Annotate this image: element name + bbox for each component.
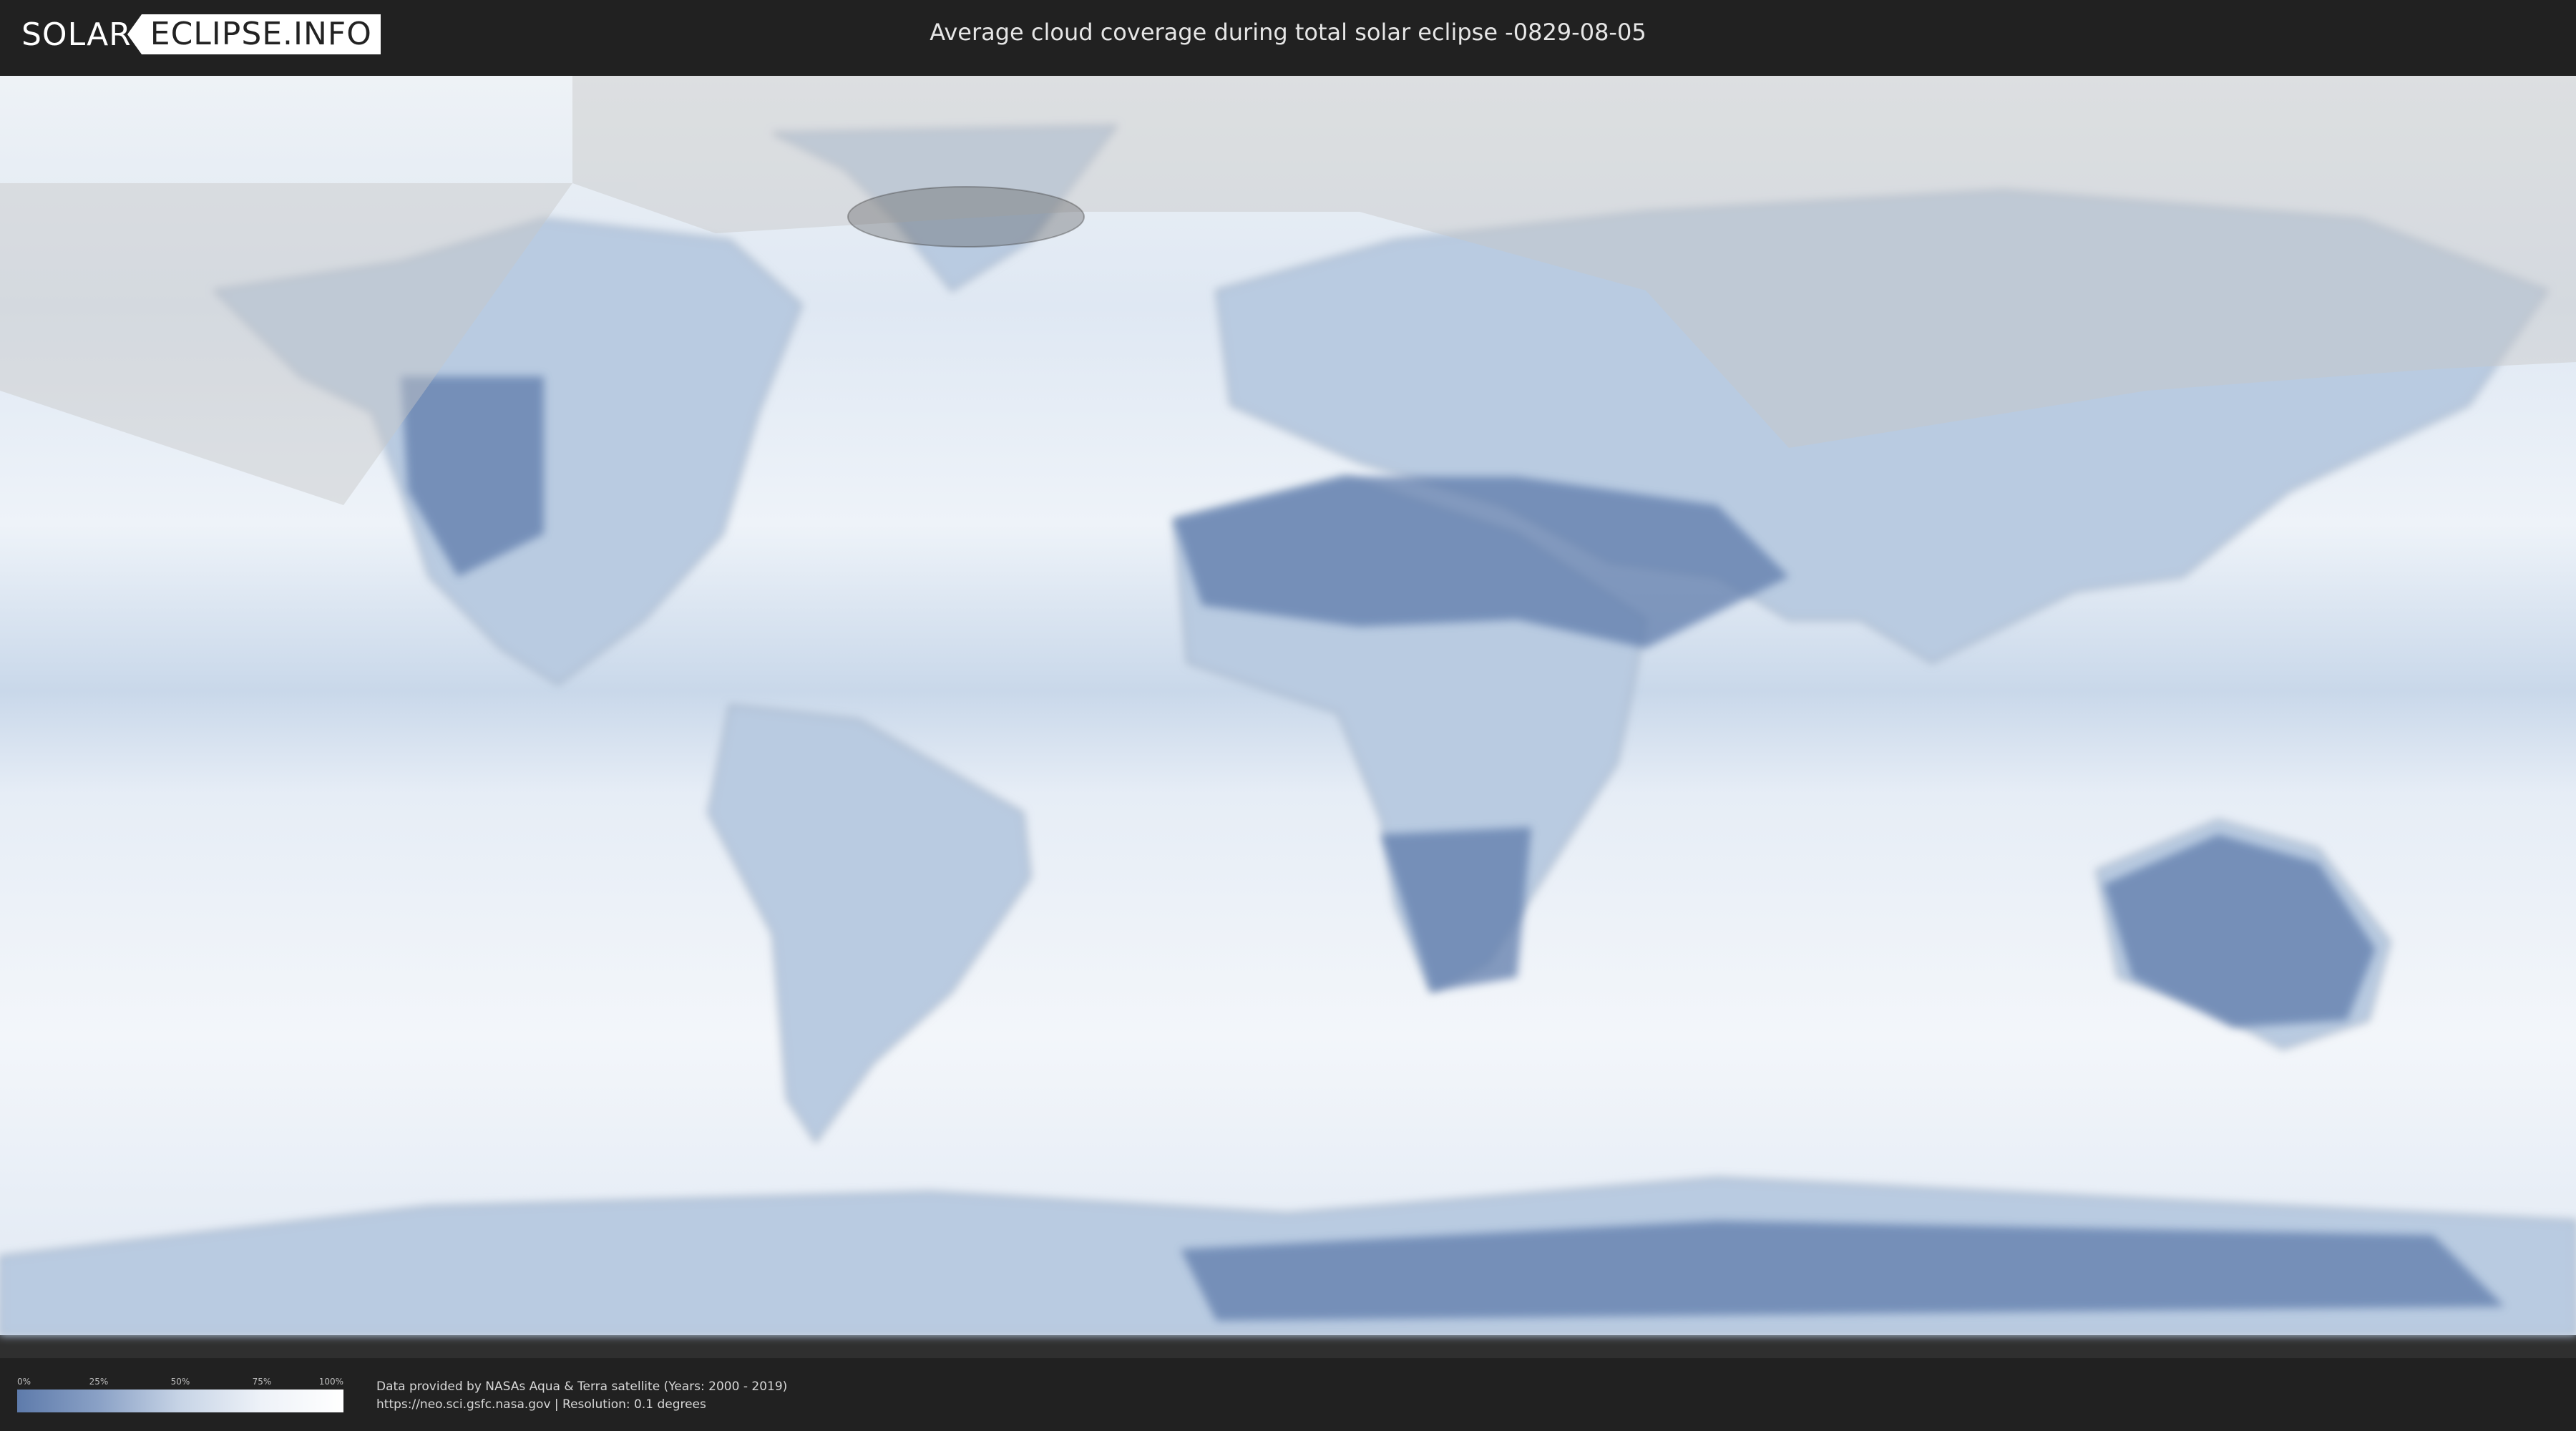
- legend-tick-100: 100%: [318, 1377, 343, 1387]
- legend-tick-25: 25%: [89, 1377, 109, 1387]
- cloud-coverage-map: [0, 76, 2576, 1358]
- legend-ticks: 0% 25% 50% 75% 100%: [17, 1377, 343, 1390]
- cloud-coverage-legend: 0% 25% 50% 75% 100%: [17, 1377, 343, 1412]
- legend-color-scale: [17, 1390, 343, 1412]
- data-credits: Data provided by NASAs Aqua & Terra sate…: [376, 1378, 787, 1414]
- map-bottom-edge: [0, 1335, 2576, 1358]
- footer-bar: 0% 25% 50% 75% 100% Data provided by NAS…: [0, 1359, 2576, 1431]
- legend-tick-75: 75%: [252, 1377, 272, 1387]
- credit-line-url: https://neo.sci.gsfc.nasa.gov | Resoluti…: [376, 1397, 706, 1412]
- header-bar: SOLAR ECLIPSE.INFO Average cloud coverag…: [0, 0, 2576, 74]
- credit-line-source: Data provided by NASAs Aqua & Terra sate…: [376, 1379, 788, 1394]
- legend-tick-0: 0%: [17, 1377, 31, 1387]
- world-map-svg: [0, 76, 2576, 1358]
- legend-tick-50: 50%: [170, 1377, 190, 1387]
- page-title: Average cloud coverage during total sola…: [930, 19, 1646, 46]
